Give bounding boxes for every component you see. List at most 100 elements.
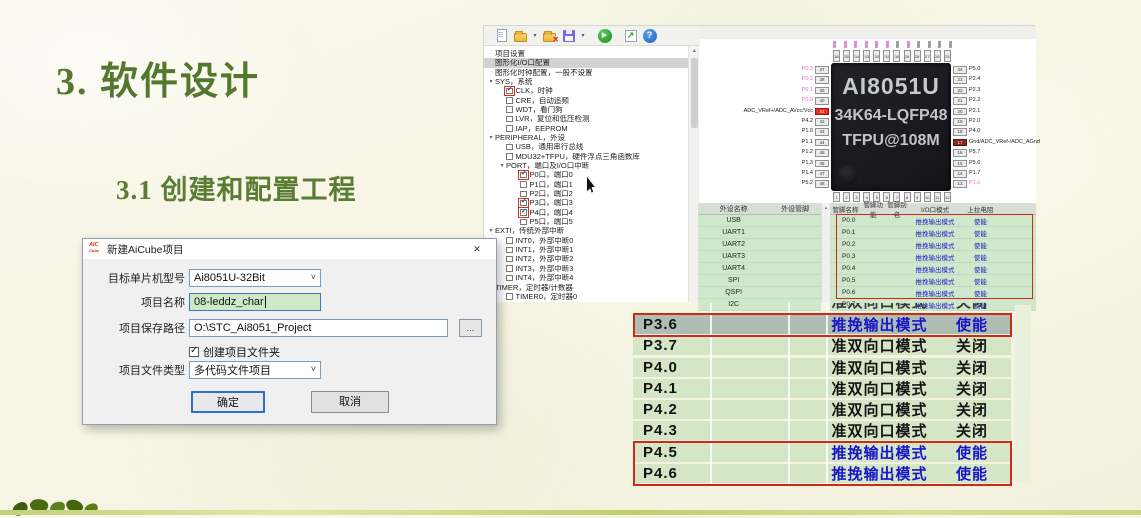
chip-pin[interactable]: P0.2 38 xyxy=(700,76,829,84)
pin-number[interactable]: 27 xyxy=(923,50,931,62)
project-path-input[interactable]: O:\STC_Ai8051_Project xyxy=(189,319,448,337)
pin-number[interactable]: 1 xyxy=(833,192,840,202)
project-name-input[interactable]: 08-leddz_char xyxy=(189,293,321,311)
tree-item[interactable]: ▾ PORT，端口及I/O口中断 xyxy=(484,161,688,170)
chip-pin[interactable]: 20 P2.1 xyxy=(953,107,1036,116)
pin-number[interactable]: 31 xyxy=(883,50,891,62)
peripheral-row[interactable]: QSPI xyxy=(698,287,821,299)
tree-item[interactable]: P4口，端口4 xyxy=(484,206,688,219)
pin-number[interactable]: 9 xyxy=(913,192,921,202)
chip-pin[interactable]: P1.3 46 xyxy=(700,159,829,168)
tree-checkbox[interactable] xyxy=(520,218,527,226)
tree-item[interactable]: INT2，外部中断2 xyxy=(484,255,688,264)
tree-item[interactable]: WDT，看门狗 xyxy=(484,105,688,114)
table-row[interactable]: P4.1 准双向口模式 关闭 xyxy=(633,378,1011,398)
pin-number[interactable]: 33 xyxy=(863,50,871,62)
new-project-icon[interactable] xyxy=(494,28,509,43)
table-row[interactable]: P4.3 准双向口模式 关闭 xyxy=(633,421,1011,441)
pin-number[interactable]: 3 xyxy=(853,192,861,202)
chip-pin[interactable]: 18 P4.0 xyxy=(953,128,1036,136)
chip-pin[interactable]: P1.2 45 xyxy=(700,149,829,157)
pin-number[interactable]: 35 xyxy=(843,50,851,62)
pin-number[interactable]: 32 xyxy=(873,50,881,62)
cancel-button[interactable]: 取消 xyxy=(311,391,389,413)
tree-checkbox[interactable] xyxy=(506,255,513,263)
tree-checkbox[interactable] xyxy=(506,115,513,123)
tree-checkbox[interactable] xyxy=(503,85,515,97)
tree-checkbox[interactable] xyxy=(506,106,513,113)
chip-pin[interactable]: P0.1 39 xyxy=(700,86,829,95)
tree-item[interactable]: P0口，端口0 xyxy=(484,169,688,181)
peripheral-row[interactable]: UART1 xyxy=(698,227,821,239)
table-row[interactable]: P4.0 准双向口模式 关闭 xyxy=(633,357,1011,377)
close-project-icon[interactable]: ✕ xyxy=(542,28,559,44)
tree-item[interactable]: P5口，端口5 xyxy=(484,217,688,226)
chip-pin[interactable]: ADC_VRef+/ADC_AVcc/Vcc 41 xyxy=(700,107,829,116)
chip-pin[interactable]: 17 Gnd/ADC_VRef-/ADC_AGnd xyxy=(953,138,1040,147)
tree-checkbox[interactable] xyxy=(506,237,513,244)
tree-checkbox[interactable] xyxy=(520,190,527,198)
pin-number[interactable]: 29 xyxy=(903,50,911,62)
peripheral-row[interactable]: UART4 xyxy=(698,263,821,275)
tree-item[interactable]: INT1，外部中断1 xyxy=(484,245,688,254)
chip-pin[interactable]: P5.2 48 xyxy=(700,180,829,188)
help-icon[interactable]: ? xyxy=(642,28,657,43)
pin-number[interactable]: 11 xyxy=(933,192,941,202)
tree-checkbox[interactable] xyxy=(506,293,513,300)
tree-item[interactable]: ▾ SYS，系统 xyxy=(484,77,688,86)
pin-number[interactable]: 26 xyxy=(933,50,941,62)
tree-item[interactable]: P1口，端口1 xyxy=(484,180,688,189)
tree-item[interactable]: ▾ TIMER，定时器/计数器 xyxy=(484,283,688,292)
pin-number[interactable]: 36 xyxy=(833,50,840,62)
tree-checkbox[interactable] xyxy=(517,169,529,181)
dialog-titlebar[interactable]: AiC Cube 新建AiCube项目 ✕ xyxy=(83,239,496,259)
tree-item[interactable]: ▾ PERIPHERAL，外设 xyxy=(484,133,688,142)
chip-pin[interactable]: P0.0 40 xyxy=(700,97,829,105)
create-folder-checkbox[interactable] xyxy=(189,345,199,357)
tree-item[interactable]: P3口，端口3 xyxy=(484,197,688,209)
tree-item[interactable]: IAP，EEPROM xyxy=(484,124,688,133)
peripheral-row[interactable]: SPI xyxy=(698,275,821,287)
tree-item[interactable]: · 项目设置 xyxy=(484,49,688,58)
chip-pin[interactable]: 21 P2.2 xyxy=(953,97,1036,105)
pin-number[interactable]: 30 xyxy=(893,50,901,62)
browse-button[interactable]: ... xyxy=(459,319,482,337)
tree-checkbox[interactable] xyxy=(506,265,513,272)
table-scrollbar[interactable]: ▲ xyxy=(821,203,830,302)
chip-pin[interactable]: 16 P5.7 xyxy=(953,149,1036,157)
scroll-up-icon[interactable]: ▲ xyxy=(689,46,700,56)
pin-number[interactable]: 34 xyxy=(853,50,861,62)
export-icon[interactable]: ↗ xyxy=(623,28,638,43)
tree-item[interactable]: MDU32+TFPU，硬件浮点三角函数库 xyxy=(484,152,688,161)
pin-number[interactable]: 10 xyxy=(923,192,931,202)
pin-number[interactable]: 28 xyxy=(913,50,921,62)
pin-number[interactable]: 12 xyxy=(943,192,951,202)
chip-pin[interactable]: 14 P1.7 xyxy=(953,170,1036,178)
table-row[interactable]: P4.2 准双向口模式 关闭 xyxy=(633,400,1011,420)
chip-pin[interactable]: 23 P2.4 xyxy=(953,76,1036,84)
tree-checkbox[interactable] xyxy=(517,206,529,219)
chip-pin[interactable]: P4.2 42 xyxy=(700,118,829,126)
tree-checkbox[interactable] xyxy=(506,153,513,160)
chip-pin[interactable]: P1.0 43 xyxy=(700,128,829,136)
tree-checkbox[interactable] xyxy=(520,181,527,188)
tree-item[interactable]: INT0，外部中断0 xyxy=(484,236,688,245)
chip-pin[interactable]: P1.4 47 xyxy=(700,170,829,178)
tree-item[interactable]: INT3，外部中断3 xyxy=(484,264,688,273)
tree-item[interactable]: ▾ EXTI，传统外部中断 xyxy=(484,227,688,236)
pin-number[interactable]: 25 xyxy=(943,50,951,62)
chip-pin[interactable]: 22 P2.3 xyxy=(953,86,1036,95)
mcu-model-select[interactable]: Ai8051U-32Bit xyxy=(189,269,321,287)
tree-item[interactable]: · 图形化时钟配置，一般不设置 xyxy=(484,68,688,77)
tree-item[interactable]: 图形化I/O口配置 xyxy=(484,58,688,68)
chip-pin[interactable]: 13 P1.6 xyxy=(953,180,1036,188)
table-row[interactable]: P3.7 准双向口模式 关闭 xyxy=(633,336,1011,356)
close-icon[interactable]: ✕ xyxy=(464,241,490,257)
project-type-select[interactable]: 多代码文件项目 xyxy=(189,361,321,379)
save-dropdown-icon[interactable]: ▾ xyxy=(580,32,586,39)
open-dropdown-icon[interactable]: ▾ xyxy=(532,32,538,39)
run-icon[interactable]: ▶ xyxy=(597,28,612,43)
chip-pin[interactable]: P1.1 44 xyxy=(700,138,829,147)
peripheral-row[interactable]: UART3 xyxy=(698,251,821,263)
tree-checkbox[interactable] xyxy=(517,197,529,209)
